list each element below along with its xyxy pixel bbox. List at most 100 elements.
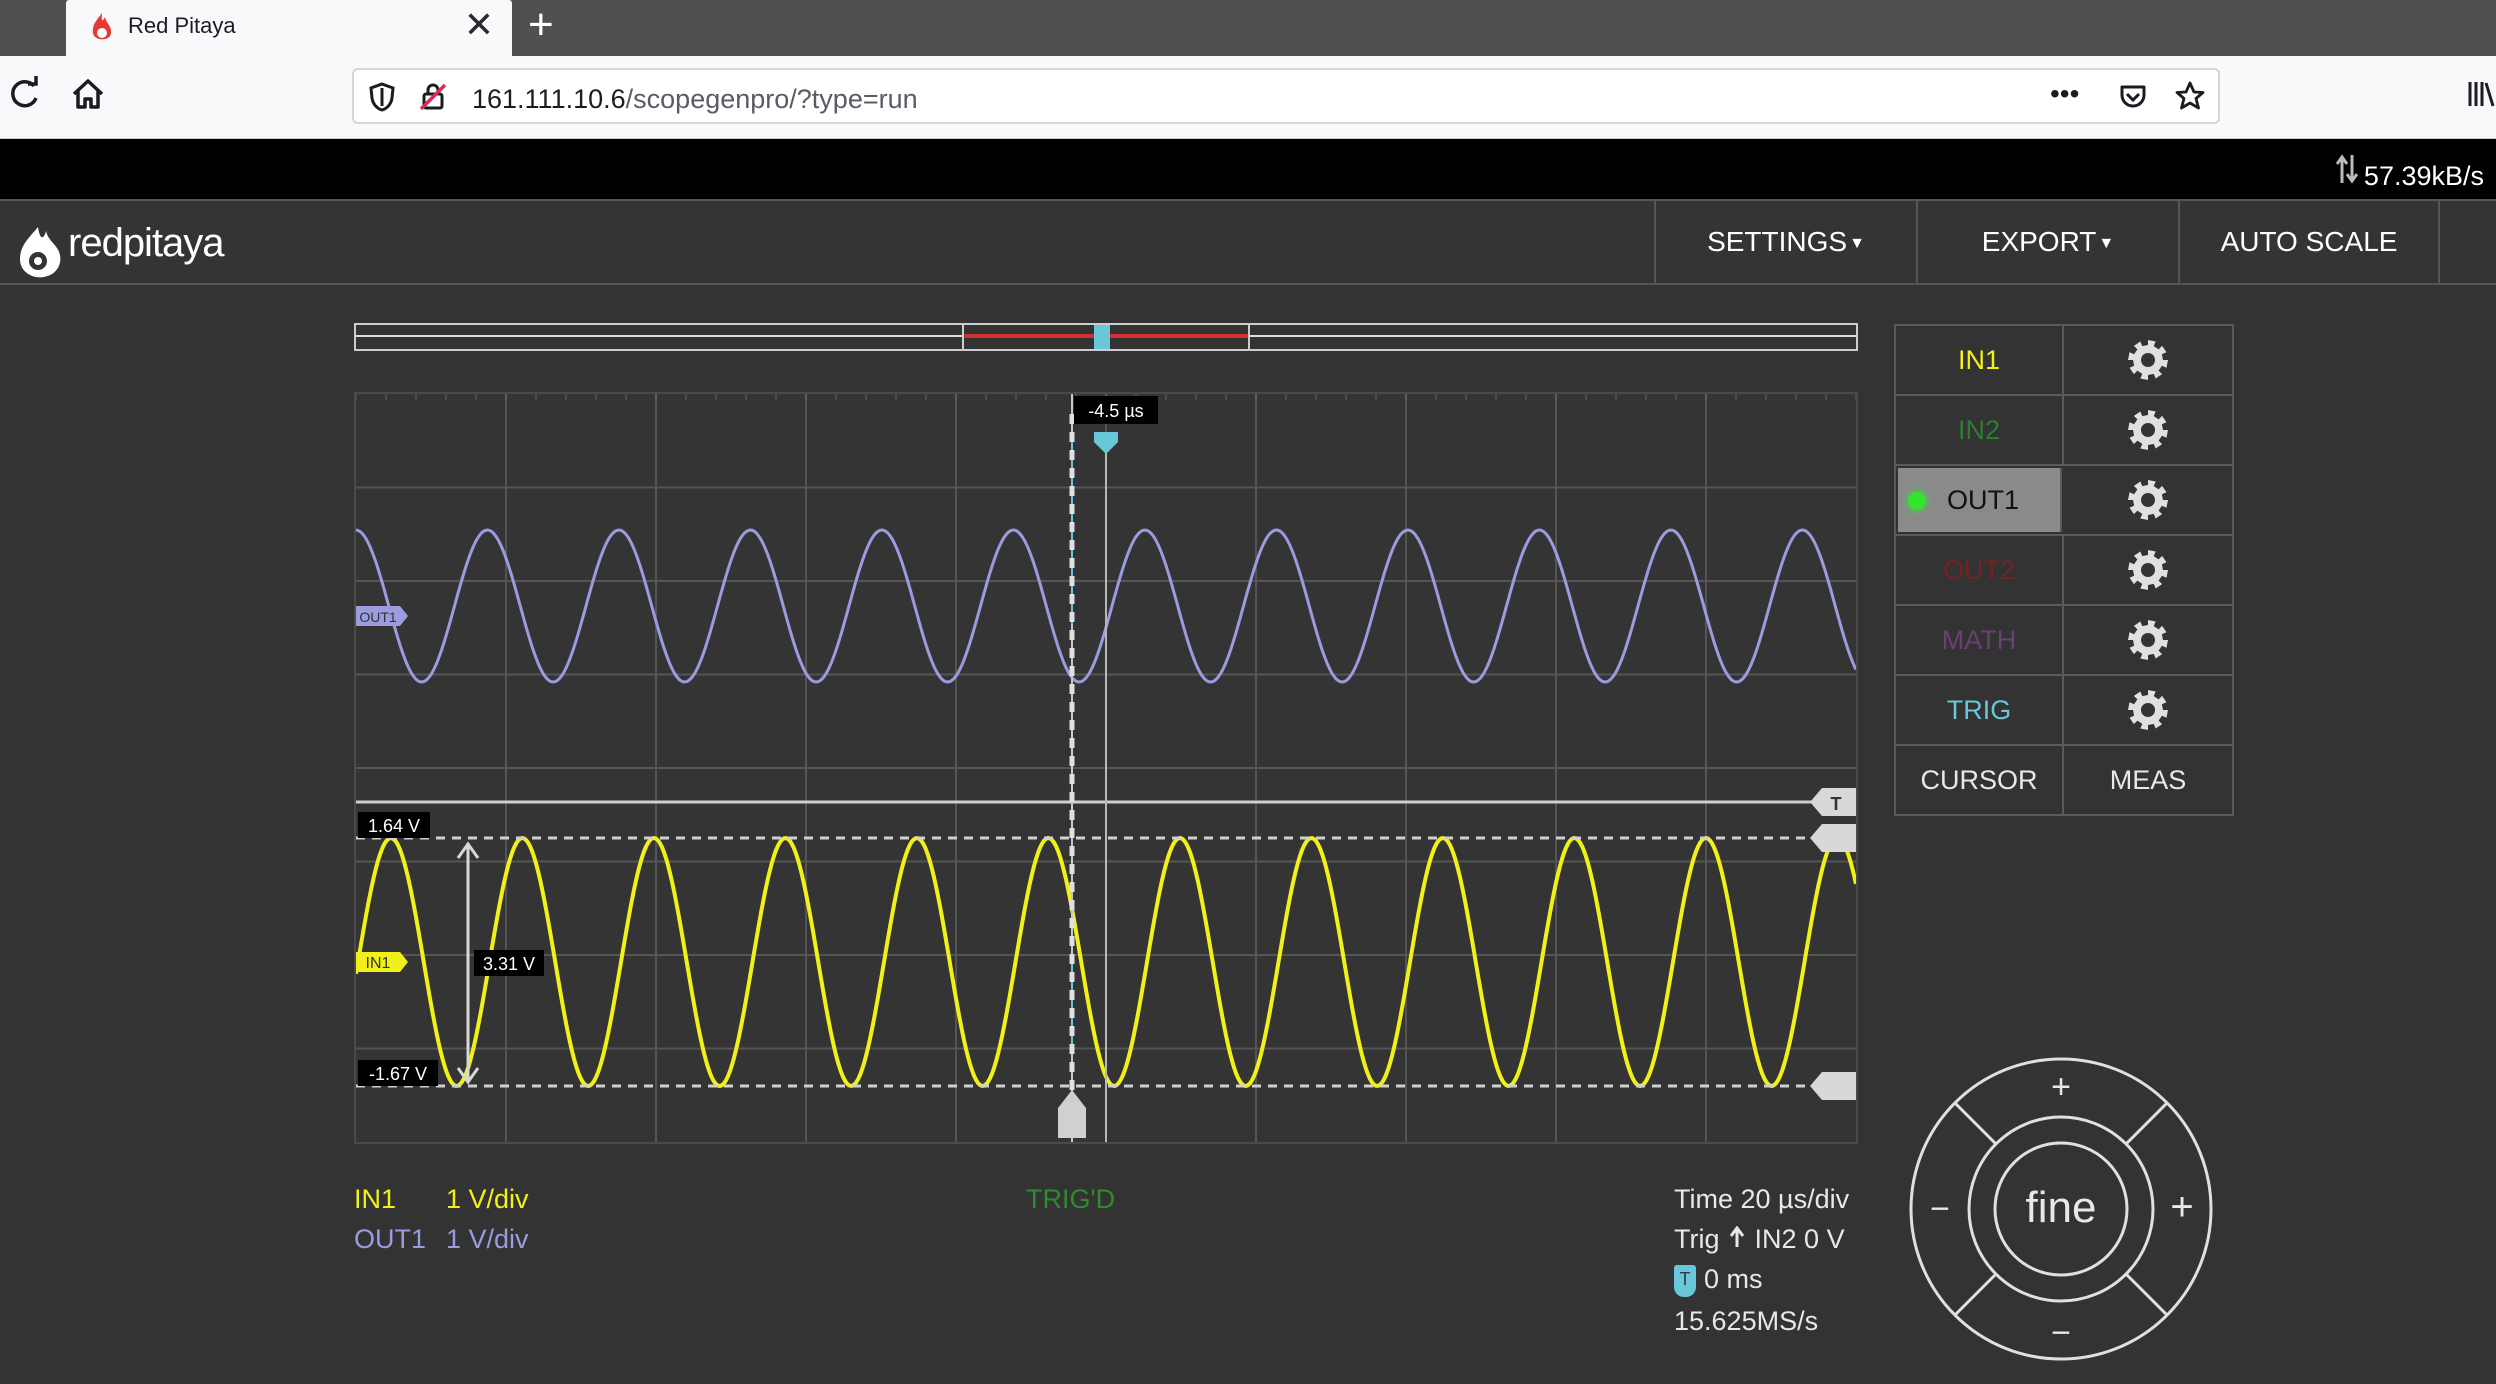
out1-offset-marker-label: OUT1 — [359, 609, 397, 625]
scope-canvas[interactable]: -4.5 µs T 1.64 V -1.67 V 3.31 V OUT1 IN1 — [356, 394, 1856, 1142]
trigger-delay: T 0 ms — [1674, 1264, 1763, 1297]
shield-icon[interactable] — [368, 82, 396, 112]
bookmark-star-icon[interactable] — [2174, 80, 2206, 112]
channel-row-math: MATH — [1896, 606, 2232, 676]
channel-in2-label: IN2 — [1957, 414, 2001, 445]
browser-tab[interactable]: Red Pitaya ✕ — [66, 0, 512, 56]
jog-wheel[interactable]: fine + − − + — [1906, 1054, 2216, 1364]
time-per-div: Time 20 µs/div — [1674, 1184, 1850, 1214]
channel-row-trig: TRIG — [1896, 676, 2232, 746]
view-window-right-edge — [1248, 323, 1250, 351]
channel-panel: IN1 IN2 OUT1 OUT2 MATH TRIG CURSOR MEAS — [1894, 324, 2234, 816]
url-path: /scopegenpro/?type=run — [625, 84, 918, 114]
tab-title: Red Pitaya — [128, 13, 236, 38]
channel-out2-settings-button[interactable] — [2064, 536, 2232, 604]
channel-row-in1: IN1 — [1896, 326, 2232, 396]
red-pitaya-favicon-icon — [92, 13, 112, 40]
redpitaya-flame-icon — [20, 227, 61, 278]
jog-down-button[interactable]: − — [2051, 1314, 2071, 1352]
settings-label: SETTINGS — [1707, 226, 1848, 257]
in1-name: IN1 — [354, 1184, 397, 1214]
channel-in2-settings-button[interactable] — [2064, 396, 2232, 464]
auto-scale-button[interactable]: AUTO SCALE — [2178, 201, 2440, 283]
channel-out1-settings-button[interactable] — [2064, 466, 2232, 534]
logo-text: redpitaya — [68, 221, 225, 265]
app-header: redpitaya SETTINGS ▼ EXPORT ▼ AUTO SCALE — [0, 201, 2496, 285]
jog-divider — [2124, 1101, 2169, 1146]
cursor-y2-label: -1.67 V — [369, 1064, 427, 1084]
channel-in1-settings-button[interactable] — [2064, 326, 2232, 394]
export-label: EXPORT — [1981, 226, 2097, 257]
transfer-speed-value: 57.39kB/s — [2363, 161, 2484, 191]
jog-up-button[interactable]: + — [2051, 1068, 2071, 1106]
trigger-edge-rising-icon — [1729, 1224, 1745, 1255]
in1-scale: 1 V/div — [446, 1184, 529, 1214]
trigger-source-value: IN2 0 V — [1754, 1224, 1845, 1254]
tab-close-icon[interactable]: ✕ — [464, 5, 494, 45]
channel-out2-button[interactable]: OUT2 — [1896, 536, 2064, 604]
dropdown-caret-icon: ▼ — [1849, 235, 1865, 252]
meas-button[interactable]: MEAS — [2064, 746, 2232, 814]
redpitaya-logo[interactable]: redpitaya — [16, 213, 246, 278]
trigger-position-handle[interactable] — [1058, 1090, 1086, 1138]
auto-scale-label: AUTO SCALE — [2220, 226, 2398, 257]
jog-fine-label: fine — [2026, 1183, 2097, 1232]
sample-rate: 15.625MS/s — [1674, 1306, 1819, 1336]
tools-row: CURSOR MEAS — [1896, 746, 2232, 814]
buffer-overview-bar[interactable] — [354, 323, 1858, 351]
channel-row-out1: OUT1 — [1896, 466, 2232, 536]
channel-math-button[interactable]: MATH — [1896, 606, 2064, 674]
url-text: 161.111.10.6/scopegenpro/?type=run — [472, 84, 918, 115]
library-icon[interactable] — [2466, 74, 2496, 114]
trigger-time-label: -4.5 µs — [1088, 401, 1143, 421]
cursor-button[interactable]: CURSOR — [1896, 746, 2064, 814]
channel-in1-label: IN1 — [1957, 344, 2001, 375]
trigger-delay-value: 0 ms — [1704, 1264, 1763, 1294]
meas-label: MEAS — [2109, 764, 2187, 795]
channel-trig-button[interactable]: TRIG — [1896, 676, 2064, 744]
jog-divider — [1953, 1101, 1998, 1146]
cursor-y2-handle[interactable] — [1810, 1072, 1856, 1100]
gear-icon — [2128, 550, 2168, 590]
cursor-y1-handle[interactable] — [1810, 824, 1856, 852]
browser-tab-bar: Red Pitaya ✕ + — [0, 0, 2496, 56]
reload-icon[interactable] — [4, 74, 44, 114]
settings-menu-button[interactable]: SETTINGS ▼ — [1654, 201, 1916, 283]
trigger-time-handle[interactable] — [1094, 432, 1118, 454]
export-menu-button[interactable]: EXPORT ▼ — [1916, 201, 2178, 283]
channel-out1-label: OUT1 — [1946, 484, 2019, 515]
oscilloscope-display[interactable]: -4.5 µs T 1.64 V -1.67 V 3.31 V OUT1 IN1 — [354, 392, 1858, 1144]
jog-divider — [1953, 1272, 1998, 1317]
cursor-delta-label: 3.31 V — [483, 954, 535, 974]
trigger-status: TRIG'D — [1026, 1184, 1116, 1214]
home-icon[interactable] — [68, 74, 108, 114]
out1-name: OUT1 — [354, 1224, 427, 1254]
page-actions-menu-icon[interactable]: ••• — [2050, 78, 2079, 110]
trigger-position-marker[interactable] — [1094, 325, 1110, 349]
jog-right-button[interactable]: + — [2170, 1185, 2193, 1229]
channel-row-in2: IN2 — [1896, 396, 2232, 466]
gear-icon — [2128, 620, 2168, 660]
dropdown-caret-icon: ▼ — [2098, 235, 2115, 252]
channel-trig-settings-button[interactable] — [2064, 676, 2232, 744]
app-status-bar: 57.39kB/s — [0, 139, 2496, 201]
channel-math-settings-button[interactable] — [2064, 606, 2232, 674]
trigger-level-handle-label: T — [1831, 794, 1842, 814]
trigger-source: Trig IN2 0 V — [1674, 1224, 1845, 1255]
insecure-connection-icon[interactable] — [418, 82, 448, 112]
url-host: 161.111.10.6 — [472, 84, 626, 114]
cursor-label: CURSOR — [1920, 764, 2038, 795]
jog-left-button[interactable]: − — [1930, 1190, 1950, 1228]
address-bar[interactable]: 161.111.10.6/scopegenpro/?type=run ••• — [352, 68, 2220, 124]
gear-icon — [2128, 410, 2168, 450]
out1-scale: 1 V/div — [446, 1224, 529, 1254]
new-tab-button[interactable]: + — [528, 0, 554, 50]
channel-in1-button[interactable]: IN1 — [1896, 326, 2064, 394]
channel-in2-button[interactable]: IN2 — [1896, 396, 2064, 464]
transfer-arrows-icon — [2335, 154, 2358, 184]
browser-toolbar: 161.111.10.6/scopegenpro/?type=run ••• — [0, 56, 2496, 139]
gear-icon — [2128, 340, 2168, 380]
channel-out1-button[interactable]: OUT1 — [1898, 468, 2062, 532]
pocket-icon[interactable] — [2118, 82, 2148, 112]
gear-icon — [2128, 480, 2168, 520]
